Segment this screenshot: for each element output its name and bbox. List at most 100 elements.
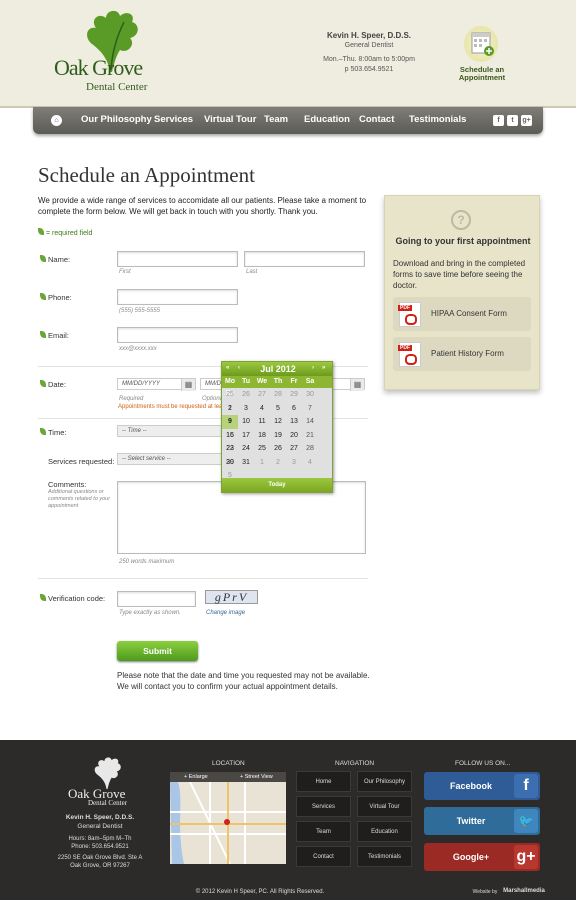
calendar-day[interactable]: 23 [222,442,238,456]
marshallmedia-logo[interactable]: Marshallmedia [501,887,547,895]
calendar-day[interactable]: 21 [302,429,318,443]
next-month-button[interactable]: › [312,365,314,371]
google-plus-button[interactable]: Google+ g+ [424,843,540,871]
calendar-day[interactable]: 6 [286,402,302,416]
next-year-button[interactable]: » [322,365,325,371]
calendar-day[interactable]: 18 [254,429,270,443]
calendar-day[interactable]: 20 [286,429,302,443]
calendar-icon[interactable] [464,26,498,62]
logo-subtitle[interactable]: Dental Center [86,81,147,93]
calendar-day[interactable]: 24 [238,442,254,456]
nav-item-contact[interactable]: Contact [359,114,394,125]
nav-item-services[interactable]: Services [154,114,193,125]
schedule-appointment-link[interactable]: Schedule an Appointment [452,66,512,82]
today-button[interactable]: Today [222,478,332,492]
location-map[interactable]: + Enlarge + Street View [170,772,286,864]
calendar-day[interactable]: 1 [254,456,270,470]
calendar-day[interactable]: 30 [222,456,238,470]
calendar-day[interactable]: 16 [222,429,238,443]
last-name-input[interactable] [244,251,365,267]
calendar-day[interactable]: 5 [270,402,286,416]
footer-nav-home[interactable]: Home [296,771,351,792]
hipaa-form-link[interactable]: PDF HIPAA Consent Form [393,297,531,331]
calendar-day[interactable]: 25 [222,388,238,402]
calendar-day[interactable]: 4 [302,456,318,470]
calendar-picker-icon[interactable]: ▦ [181,379,195,391]
twitter-icon[interactable]: t [507,115,518,126]
home-icon[interactable]: ⌂ [51,115,62,126]
location-heading: LOCATION [212,760,245,767]
facebook-icon[interactable]: f [493,115,504,126]
weekday-label: Sa [305,378,315,385]
footer-nav-testimonials[interactable]: Testimonials [357,846,412,867]
footer-title: General Dentist [77,823,123,830]
calendar-day[interactable]: 30 [302,388,318,402]
nav-item-testimonials[interactable]: Testimonials [409,114,466,125]
nav-item-team[interactable]: Team [264,114,288,125]
services-label: Services requested: [48,457,115,466]
weekday-label: Tu [241,378,251,385]
doc-label: Patient History Form [431,349,504,358]
footer-nav-philosophy[interactable]: Our Philosophy [357,771,412,792]
verification-input[interactable] [117,591,196,607]
calendar-day[interactable]: 2 [222,402,238,416]
doctor-title: General Dentist [344,42,394,49]
twitter-button[interactable]: Twitter 🐦 [424,807,540,835]
calendar-day[interactable]: 28 [270,388,286,402]
calendar-day[interactable]: 14 [302,415,318,429]
footer-nav-contact[interactable]: Contact [296,846,351,867]
oak-leaf-logo-icon [94,757,121,789]
phone-input[interactable] [117,289,238,305]
calendar-day[interactable]: 25 [254,442,270,456]
calendar-day[interactable]: 13 [286,415,302,429]
calendar-day[interactable]: 26 [238,388,254,402]
nav-item-education[interactable]: Education [304,114,350,125]
calendar-day[interactable]: 19 [270,429,286,443]
patient-history-link[interactable]: PDF Patient History Form [393,337,531,371]
calendar-day[interactable]: 3 [238,402,254,416]
calendar-picker-icon[interactable]: ▦ [350,379,364,391]
logo-name[interactable]: Oak Grove [54,57,143,79]
pdf-tag: PDF [398,345,412,351]
footer-nav-services[interactable]: Services [296,796,351,817]
enlarge-link[interactable]: + Enlarge [184,772,208,782]
calendar-day[interactable]: 10 [238,415,254,429]
calendar-day[interactable]: 12 [270,415,286,429]
calendar-day[interactable]: 4 [254,402,270,416]
first-hint: First [119,269,131,275]
calendar-day[interactable]: 7 [302,402,318,416]
street-view-link[interactable]: + Street View [240,772,273,782]
calendar-day[interactable]: 28 [302,442,318,456]
calendar-day[interactable]: 9 [222,415,238,429]
footer-nav-virtual-tour[interactable]: Virtual Tour [357,796,412,817]
google-plus-icon[interactable]: g+ [521,115,532,126]
nav-item-virtual-tour[interactable]: Virtual Tour [204,114,256,125]
footer-nav-education[interactable]: Education [357,821,412,842]
comments-hint: Additional questions or comments related… [48,489,111,509]
calendar-day[interactable]: 17 [238,429,254,443]
calendar-day[interactable]: 27 [286,442,302,456]
footer-address1: 2250 SE Oak Grove Blvd. Ste A [57,855,143,861]
calendar-day[interactable]: 26 [270,442,286,456]
phone-label-text: Phone: [48,293,72,302]
calendar-day[interactable]: 27 [254,388,270,402]
calendar-day[interactable]: 11 [254,415,270,429]
calendar-day[interactable]: 3 [286,456,302,470]
submit-button[interactable]: Submit [117,641,198,661]
calendar-week-row: 23 24 25 26 27 2829 [222,442,332,466]
change-image-link[interactable]: Change image [206,610,245,616]
calendar-day[interactable]: 31 [238,456,254,470]
email-input[interactable] [117,327,238,343]
footer-nav-team[interactable]: Team [296,821,351,842]
calendar-day[interactable]: 2 [270,456,286,470]
name-label: Name: [40,255,70,264]
nav-item-philosophy[interactable]: Our Philosophy [81,114,152,125]
calendar-day[interactable]: 29 [286,388,302,402]
facebook-button[interactable]: Facebook f [424,772,540,800]
date-picker-popup: « ‹ Jul 2012 › » Mo Tu We Th Fr SaSu 25 26 27 28… [221,361,333,493]
office-hours: Mon.–Thu. 8:00am to 5:00pm [323,56,415,63]
first-name-input[interactable] [117,251,238,267]
footer-hours: Hours: 8am–5pm M–Th [68,836,132,842]
leaf-icon [40,380,46,387]
leaf-icon [38,228,44,235]
